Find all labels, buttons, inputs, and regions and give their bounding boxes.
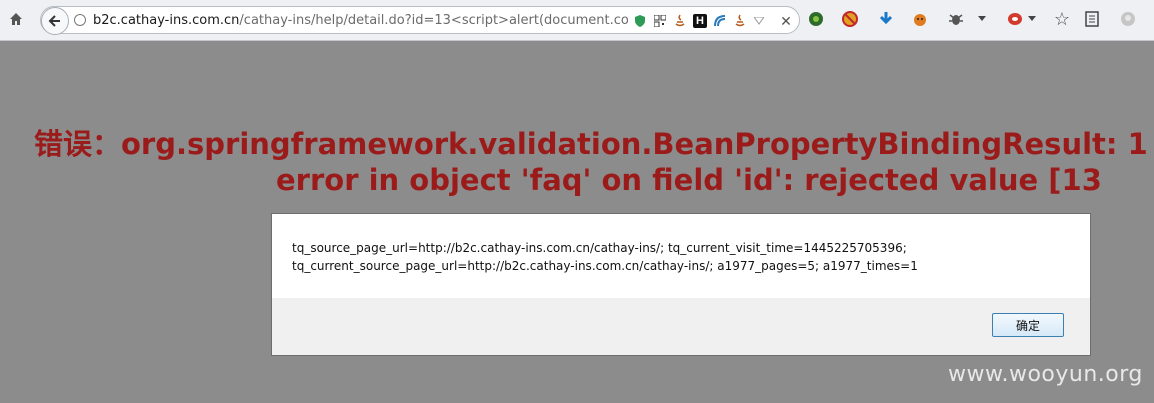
browser-toolbar: b2c.cathay-ins.com.cn/cathay-ins/help/de… [0, 0, 1154, 41]
dropdown-icon[interactable] [752, 14, 766, 28]
java-addon-icon[interactable] [673, 14, 687, 28]
profile-icon[interactable] [1118, 9, 1138, 29]
url-bar[interactable]: b2c.cathay-ins.com.cn/cathay-ins/help/de… [40, 6, 800, 35]
wave-addon-icon[interactable] [713, 14, 727, 28]
fox-ext-icon[interactable] [910, 9, 930, 29]
error-line-2: error in object 'faq' on field 'id': rej… [276, 163, 1102, 197]
target-ext-icon[interactable] [1006, 9, 1026, 29]
qr-addon-icon[interactable] [653, 14, 667, 28]
back-icon[interactable] [41, 7, 69, 35]
url-domain: b2c.cathay-ins.com.cn [93, 13, 240, 28]
green-ext-icon[interactable] [806, 9, 826, 29]
ok-button[interactable]: 确定 [992, 313, 1064, 337]
menu-arrow-icon[interactable] [976, 9, 988, 29]
java2-addon-icon[interactable] [733, 14, 747, 28]
alert-message: tq_source_page_url=http://b2c.cathay-ins… [292, 239, 918, 275]
alert-dialog-body: tq_source_page_url=http://b2c.cathay-ins… [272, 214, 1090, 298]
error-line-1: 错误：org.springframework.validation.BeanPr… [34, 127, 1154, 161]
alert-dialog: tq_source_page_url=http://b2c.cathay-ins… [271, 213, 1091, 356]
alert-message-line-1: tq_source_page_url=http://b2c.cathay-ins… [292, 241, 907, 255]
download-icon[interactable] [876, 9, 896, 29]
url-path: /cathay-ins/help/detail.do?id=13<script>… [239, 13, 628, 28]
watermark: www.wooyun.org [948, 362, 1143, 387]
star-icon[interactable]: ☆ [1052, 9, 1072, 29]
block-ext-icon[interactable] [840, 9, 860, 29]
globe-icon [74, 14, 86, 26]
home-icon[interactable] [6, 9, 26, 29]
url-text[interactable]: b2c.cathay-ins.com.cn/cathay-ins/help/de… [93, 13, 628, 29]
alert-message-line-2: tq_current_source_page_url=http://b2c.ca… [292, 259, 918, 273]
bug-ext-icon[interactable] [946, 9, 966, 29]
reader-icon[interactable] [1082, 9, 1102, 29]
close-icon[interactable]: ✕ [779, 13, 793, 29]
target-dropdown-icon[interactable] [1026, 9, 1038, 29]
h-addon-icon[interactable]: H [693, 14, 707, 28]
shield-addon-icon[interactable] [633, 14, 647, 28]
